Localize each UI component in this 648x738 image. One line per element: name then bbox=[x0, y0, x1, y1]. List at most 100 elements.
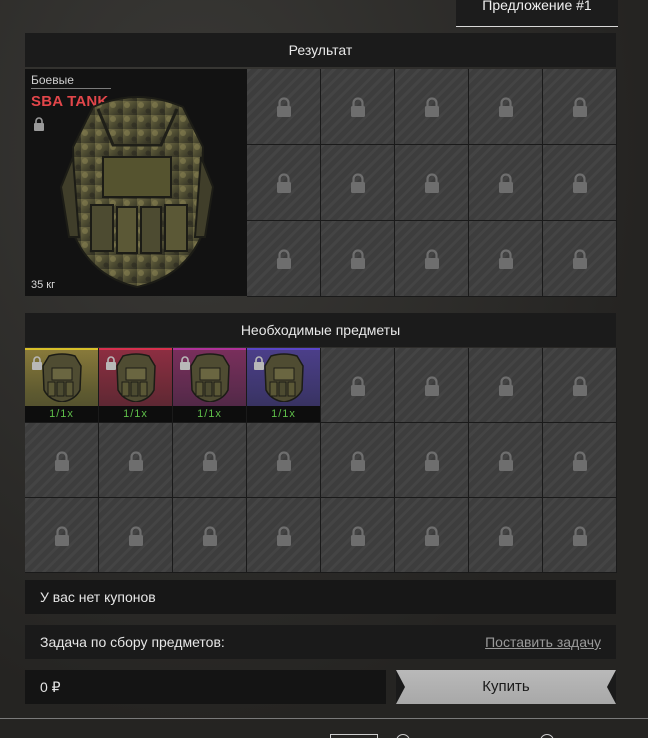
result-slot-locked bbox=[543, 69, 617, 145]
item-quantity: 1/1x bbox=[173, 406, 246, 422]
vest-thumbnail bbox=[264, 353, 304, 402]
rarity-stripe bbox=[173, 348, 246, 350]
lock-icon bbox=[425, 97, 439, 117]
required-item-slot[interactable]: 1/1x bbox=[247, 348, 321, 423]
lock-icon bbox=[425, 376, 439, 396]
result-slot-locked bbox=[321, 221, 395, 297]
lock-icon bbox=[55, 526, 69, 546]
item-quantity: 1/1x bbox=[99, 406, 172, 422]
result-slot-locked bbox=[321, 145, 395, 221]
lock-icon bbox=[351, 173, 365, 193]
required-slot-locked bbox=[543, 423, 617, 498]
lock-icon bbox=[106, 356, 116, 370]
required-slot-locked bbox=[321, 498, 395, 573]
lock-icon bbox=[351, 97, 365, 117]
coupons-bar: У вас нет купонов bbox=[25, 580, 616, 614]
lock-icon bbox=[573, 97, 587, 117]
footer-radio-1[interactable] bbox=[396, 734, 410, 738]
required-slot-locked bbox=[173, 498, 247, 573]
required-item-slot[interactable]: 1/1x bbox=[173, 348, 247, 423]
lock-icon bbox=[32, 356, 42, 370]
result-slot-locked bbox=[469, 145, 543, 221]
task-label: Задача по сбору предметов: bbox=[40, 634, 225, 650]
lock-icon bbox=[425, 526, 439, 546]
lock-icon bbox=[351, 376, 365, 396]
vest-thumbnail bbox=[42, 353, 82, 402]
set-task-link[interactable]: Поставить задачу bbox=[485, 625, 601, 659]
required-slot-locked bbox=[247, 498, 321, 573]
result-slot-locked bbox=[543, 221, 617, 297]
result-slot-locked bbox=[247, 69, 321, 145]
lock-icon bbox=[277, 451, 291, 471]
lock-icon bbox=[351, 526, 365, 546]
lock-icon bbox=[425, 451, 439, 471]
result-slot-locked bbox=[395, 69, 469, 145]
lock-icon bbox=[499, 173, 513, 193]
buy-label: Купить bbox=[482, 678, 530, 695]
result-slot-locked bbox=[395, 145, 469, 221]
required-item-slot[interactable]: 1/1x bbox=[25, 348, 99, 423]
result-slot-locked bbox=[469, 221, 543, 297]
required-item-slot[interactable]: 1/1x bbox=[99, 348, 173, 423]
result-item-card[interactable]: Боевые SBA TANK 35 кг bbox=[25, 69, 247, 296]
lock-icon bbox=[351, 249, 365, 269]
required-slot-locked bbox=[543, 498, 617, 573]
required-slot-locked bbox=[25, 423, 99, 498]
task-bar: Задача по сбору предметов: Поставить зад… bbox=[25, 625, 616, 659]
result-slots-grid bbox=[247, 69, 617, 297]
result-slot-locked bbox=[395, 221, 469, 297]
required-slot-locked bbox=[395, 423, 469, 498]
lock-icon bbox=[499, 526, 513, 546]
result-slot-locked bbox=[247, 145, 321, 221]
required-slot-locked bbox=[25, 498, 99, 573]
required-slot-locked bbox=[395, 348, 469, 423]
buy-notch-left bbox=[396, 670, 405, 704]
footer-radio-2[interactable] bbox=[540, 734, 554, 738]
lock-icon bbox=[499, 249, 513, 269]
rarity-stripe bbox=[247, 348, 320, 350]
item-quantity: 1/1x bbox=[25, 406, 98, 422]
lock-icon bbox=[180, 356, 190, 370]
vest-thumbnail bbox=[116, 353, 156, 402]
result-header: Результат bbox=[25, 33, 616, 67]
lock-icon bbox=[129, 451, 143, 471]
lock-icon bbox=[277, 249, 291, 269]
rarity-stripe bbox=[25, 348, 98, 350]
lock-icon bbox=[499, 376, 513, 396]
lock-icon bbox=[203, 451, 217, 471]
required-slot-locked bbox=[469, 423, 543, 498]
result-slot-locked bbox=[247, 221, 321, 297]
lock-icon bbox=[277, 526, 291, 546]
rarity-stripe bbox=[99, 348, 172, 350]
price-display: 0 ₽ bbox=[25, 670, 386, 704]
result-slot-locked bbox=[321, 69, 395, 145]
required-slot-locked bbox=[469, 498, 543, 573]
result-slot-locked bbox=[469, 69, 543, 145]
footer-divider bbox=[0, 718, 648, 719]
footer-control[interactable] bbox=[330, 734, 378, 738]
vest-thumbnail bbox=[190, 353, 230, 402]
lock-icon bbox=[573, 451, 587, 471]
lock-icon bbox=[129, 526, 143, 546]
tab-offer-1[interactable]: Предложение #1 bbox=[456, 0, 618, 27]
lock-icon bbox=[34, 117, 44, 131]
required-slot-locked bbox=[395, 498, 469, 573]
required-slot-locked bbox=[99, 498, 173, 573]
required-slot-locked bbox=[173, 423, 247, 498]
lock-icon bbox=[203, 526, 217, 546]
lock-icon bbox=[277, 173, 291, 193]
required-header: Необходимые предметы bbox=[25, 313, 616, 347]
required-items-grid: 1/1x 1/1x 1/1x 1/1x bbox=[25, 348, 617, 573]
coupons-text: У вас нет купонов bbox=[40, 589, 156, 605]
vest-image bbox=[59, 96, 215, 289]
required-slot-locked bbox=[99, 423, 173, 498]
result-slot-locked bbox=[543, 145, 617, 221]
buy-button[interactable]: Купить bbox=[396, 670, 616, 704]
required-slot-locked bbox=[247, 423, 321, 498]
lock-icon bbox=[425, 249, 439, 269]
lock-icon bbox=[573, 249, 587, 269]
item-category: Боевые bbox=[31, 73, 74, 87]
required-slot-locked bbox=[321, 423, 395, 498]
lock-icon bbox=[573, 376, 587, 396]
lock-icon bbox=[277, 97, 291, 117]
